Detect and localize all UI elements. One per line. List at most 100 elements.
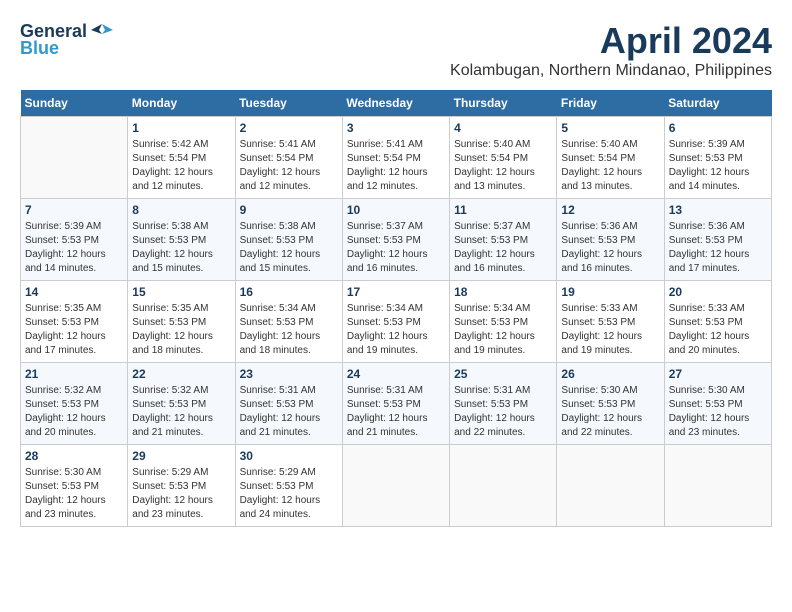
day-info: Sunrise: 5:32 AMSunset: 5:53 PMDaylight:… bbox=[25, 384, 123, 440]
day-number: 24 bbox=[347, 367, 445, 381]
calendar-day-cell: 16Sunrise: 5:34 AMSunset: 5:53 PMDayligh… bbox=[235, 281, 342, 363]
day-number: 29 bbox=[132, 449, 230, 463]
calendar-day-cell: 12 Sunrise: 5:36 AMSunset: 5:53 PMDayligh… bbox=[557, 199, 664, 281]
day-number: 19 bbox=[561, 285, 659, 299]
day-info: Sunrise: 5:39 AMSunset: 5:53 PMDaylight:… bbox=[25, 220, 123, 276]
calendar-body: 1Sunrise: 5:42 AMSunset: 5:54 PMDaylight… bbox=[21, 117, 772, 527]
calendar-day-cell: 7 Sunrise: 5:39 AMSunset: 5:53 PMDaylight… bbox=[21, 199, 128, 281]
calendar-day-cell: 21 Sunrise: 5:32 AMSunset: 5:53 PMDayligh… bbox=[21, 363, 128, 445]
day-info: Sunrise: 5:34 AMSunset: 5:53 PMDaylight:… bbox=[454, 302, 552, 358]
day-number: 5 bbox=[561, 121, 659, 135]
calendar-day-cell: 18 Sunrise: 5:34 AMSunset: 5:53 PMDayligh… bbox=[450, 281, 557, 363]
day-info: Sunrise: 5:37 AMSunset: 5:53 PMDaylight:… bbox=[454, 220, 552, 276]
calendar-day-cell: 11 Sunrise: 5:37 AMSunset: 5:53 PMDayligh… bbox=[450, 199, 557, 281]
calendar-day-cell: 24 Sunrise: 5:31 AMSunset: 5:53 PMDayligh… bbox=[342, 363, 449, 445]
day-number: 18 bbox=[454, 285, 552, 299]
day-number: 11 bbox=[454, 203, 552, 217]
day-number: 12 bbox=[561, 203, 659, 217]
day-info: Sunrise: 5:30 AMSunset: 5:53 PMDaylight:… bbox=[25, 466, 123, 522]
calendar-day-cell bbox=[342, 445, 449, 527]
calendar-day-cell: 14Sunrise: 5:35 AMSunset: 5:53 PMDayligh… bbox=[21, 281, 128, 363]
day-info: Sunrise: 5:33 AMSunset: 5:53 PMDaylight:… bbox=[669, 302, 767, 358]
day-info: Sunrise: 5:38 AMSunset: 5:53 PMDaylight:… bbox=[132, 220, 230, 276]
weekday-header-cell: Saturday bbox=[664, 90, 771, 117]
day-info: Sunrise: 5:36 AMSunset: 5:53 PMDaylight:… bbox=[561, 220, 659, 276]
day-number: 17 bbox=[347, 285, 445, 299]
weekday-header-cell: Monday bbox=[128, 90, 235, 117]
day-number: 26 bbox=[561, 367, 659, 381]
location-subtitle: Kolambugan, Northern Mindanao, Philippin… bbox=[450, 62, 772, 80]
calendar-day-cell bbox=[664, 445, 771, 527]
calendar-day-cell: 1Sunrise: 5:42 AMSunset: 5:54 PMDaylight… bbox=[128, 117, 235, 199]
logo: General Blue bbox=[20, 20, 113, 59]
day-info: Sunrise: 5:39 AMSunset: 5:53 PMDaylight:… bbox=[669, 138, 767, 194]
day-info: Sunrise: 5:29 AMSunset: 5:53 PMDaylight:… bbox=[240, 466, 338, 522]
calendar-week-row: 21 Sunrise: 5:32 AMSunset: 5:53 PMDayligh… bbox=[21, 363, 772, 445]
calendar-day-cell: 8Sunrise: 5:38 AMSunset: 5:53 PMDaylight… bbox=[128, 199, 235, 281]
day-number: 15 bbox=[132, 285, 230, 299]
day-info: Sunrise: 5:42 AMSunset: 5:54 PMDaylight:… bbox=[132, 138, 230, 194]
calendar-table: SundayMondayTuesdayWednesdayThursdayFrid… bbox=[20, 90, 772, 527]
calendar-day-cell: 5Sunrise: 5:40 AMSunset: 5:54 PMDaylight… bbox=[557, 117, 664, 199]
calendar-day-cell: 26 Sunrise: 5:30 AMSunset: 5:53 PMDayligh… bbox=[557, 363, 664, 445]
day-info: Sunrise: 5:35 AMSunset: 5:53 PMDaylight:… bbox=[132, 302, 230, 358]
calendar-day-cell: 27 Sunrise: 5:30 AMSunset: 5:53 PMDayligh… bbox=[664, 363, 771, 445]
calendar-day-cell: 28 Sunrise: 5:30 AMSunset: 5:53 PMDayligh… bbox=[21, 445, 128, 527]
day-info: Sunrise: 5:30 AMSunset: 5:53 PMDaylight:… bbox=[561, 384, 659, 440]
day-number: 22 bbox=[132, 367, 230, 381]
day-info: Sunrise: 5:36 AMSunset: 5:53 PMDaylight:… bbox=[669, 220, 767, 276]
day-number: 21 bbox=[25, 367, 123, 381]
day-number: 30 bbox=[240, 449, 338, 463]
weekday-header-cell: Sunday bbox=[21, 90, 128, 117]
calendar-day-cell bbox=[557, 445, 664, 527]
day-info: Sunrise: 5:30 AMSunset: 5:53 PMDaylight:… bbox=[669, 384, 767, 440]
day-info: Sunrise: 5:34 AMSunset: 5:53 PMDaylight:… bbox=[240, 302, 338, 358]
day-info: Sunrise: 5:31 AMSunset: 5:53 PMDaylight:… bbox=[347, 384, 445, 440]
weekday-header-cell: Wednesday bbox=[342, 90, 449, 117]
day-info: Sunrise: 5:40 AMSunset: 5:54 PMDaylight:… bbox=[454, 138, 552, 194]
calendar-day-cell: 23Sunrise: 5:31 AMSunset: 5:53 PMDayligh… bbox=[235, 363, 342, 445]
day-info: Sunrise: 5:31 AMSunset: 5:53 PMDaylight:… bbox=[454, 384, 552, 440]
day-number: 23 bbox=[240, 367, 338, 381]
weekday-header-cell: Thursday bbox=[450, 90, 557, 117]
calendar-day-cell: 19Sunrise: 5:33 AMSunset: 5:53 PMDayligh… bbox=[557, 281, 664, 363]
calendar-day-cell: 3 Sunrise: 5:41 AMSunset: 5:54 PMDaylight… bbox=[342, 117, 449, 199]
calendar-week-row: 1Sunrise: 5:42 AMSunset: 5:54 PMDaylight… bbox=[21, 117, 772, 199]
calendar-day-cell: 4Sunrise: 5:40 AMSunset: 5:54 PMDaylight… bbox=[450, 117, 557, 199]
calendar-day-cell: 25 Sunrise: 5:31 AMSunset: 5:53 PMDayligh… bbox=[450, 363, 557, 445]
day-number: 6 bbox=[669, 121, 767, 135]
calendar-week-row: 14 Sunrise: 5:35 AMSunset: 5:53 PMDayligh… bbox=[21, 281, 772, 363]
calendar-day-cell: 13 Sunrise: 5:36 AMSunset: 5:53 PMDayligh… bbox=[664, 199, 771, 281]
day-number: 3 bbox=[347, 121, 445, 135]
calendar-day-cell: 30 Sunrise: 5:29 AMSunset: 5:53 PMDayligh… bbox=[235, 445, 342, 527]
title-area: April 2024 Kolambugan, Northern Mindanao… bbox=[450, 20, 772, 80]
day-info: Sunrise: 5:29 AMSunset: 5:53 PMDaylight:… bbox=[132, 466, 230, 522]
day-number: 25 bbox=[454, 367, 552, 381]
day-info: Sunrise: 5:32 AMSunset: 5:53 PMDaylight:… bbox=[132, 384, 230, 440]
calendar-day-cell: 29 Sunrise: 5:29 AMSunset: 5:53 PMDayligh… bbox=[128, 445, 235, 527]
day-number: 27 bbox=[669, 367, 767, 381]
weekday-header-cell: Friday bbox=[557, 90, 664, 117]
calendar-day-cell: 6 Sunrise: 5:39 AMSunset: 5:53 PMDaylight… bbox=[664, 117, 771, 199]
day-number: 14 bbox=[25, 285, 123, 299]
day-info: Sunrise: 5:41 AMSunset: 5:54 PMDaylight:… bbox=[240, 138, 338, 194]
day-number: 20 bbox=[669, 285, 767, 299]
calendar-week-row: 7 Sunrise: 5:39 AMSunset: 5:53 PMDaylight… bbox=[21, 199, 772, 281]
day-number: 10 bbox=[347, 203, 445, 217]
day-number: 28 bbox=[25, 449, 123, 463]
day-info: Sunrise: 5:41 AMSunset: 5:54 PMDaylight:… bbox=[347, 138, 445, 194]
day-info: Sunrise: 5:34 AMSunset: 5:53 PMDaylight:… bbox=[347, 302, 445, 358]
calendar-day-cell: 20 Sunrise: 5:33 AMSunset: 5:53 PMDayligh… bbox=[664, 281, 771, 363]
calendar-day-cell: 2Sunrise: 5:41 AMSunset: 5:54 PMDaylight… bbox=[235, 117, 342, 199]
calendar-day-cell: 9Sunrise: 5:38 AMSunset: 5:53 PMDaylight… bbox=[235, 199, 342, 281]
month-title: April 2024 bbox=[450, 20, 772, 62]
calendar-day-cell: 10 Sunrise: 5:37 AMSunset: 5:53 PMDayligh… bbox=[342, 199, 449, 281]
day-number: 7 bbox=[25, 203, 123, 217]
day-number: 9 bbox=[240, 203, 338, 217]
day-number: 13 bbox=[669, 203, 767, 217]
calendar-day-cell bbox=[450, 445, 557, 527]
day-info: Sunrise: 5:37 AMSunset: 5:53 PMDaylight:… bbox=[347, 220, 445, 276]
calendar-day-cell: 15 Sunrise: 5:35 AMSunset: 5:53 PMDayligh… bbox=[128, 281, 235, 363]
logo-blue: Blue bbox=[20, 38, 59, 59]
calendar-week-row: 28 Sunrise: 5:30 AMSunset: 5:53 PMDayligh… bbox=[21, 445, 772, 527]
